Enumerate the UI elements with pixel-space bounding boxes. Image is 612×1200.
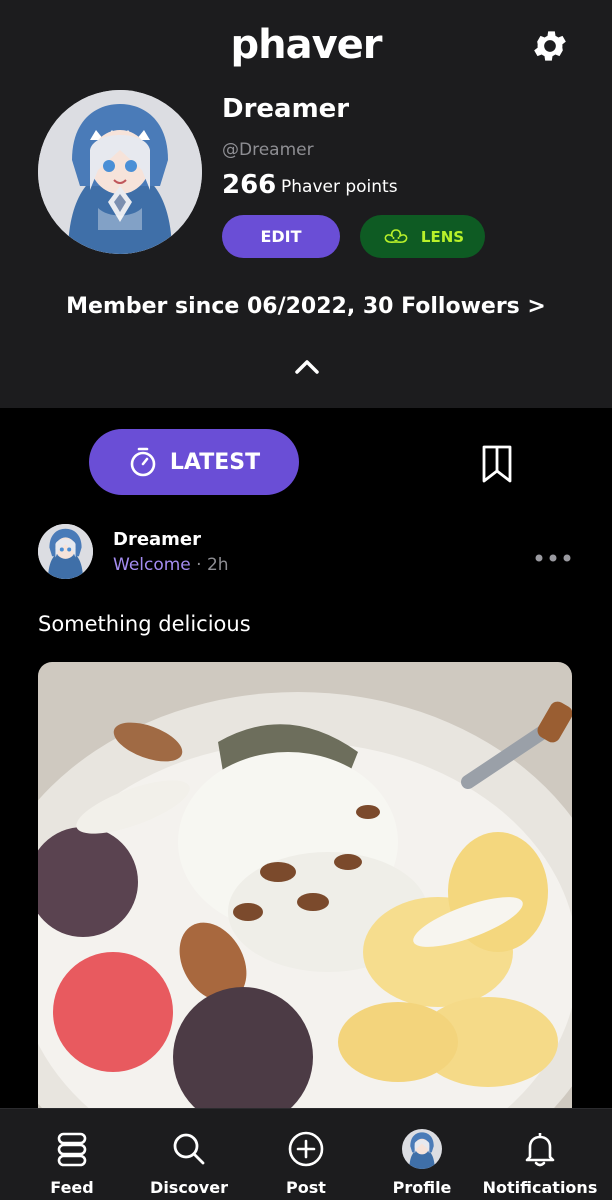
app-logo: phaver: [230, 22, 382, 68]
lens-button[interactable]: LENS: [360, 215, 485, 258]
post-author-name[interactable]: Dreamer: [113, 529, 201, 550]
avatar[interactable]: [38, 90, 202, 254]
edit-profile-button[interactable]: EDIT: [222, 215, 340, 258]
nav-notifications-label: Notifications: [482, 1178, 598, 1197]
stack-icon: [57, 1132, 87, 1167]
nav-discover[interactable]: Discover: [129, 1109, 249, 1200]
tab-latest[interactable]: LATEST: [89, 429, 299, 495]
display-name: Dreamer: [222, 94, 350, 124]
profile-screen: phaver Dreamer @Dreamer 266 Phaver point…: [0, 0, 612, 1200]
post-separator: ·: [196, 555, 202, 575]
avatar-illustration: [38, 90, 202, 254]
plus-circle-icon: [288, 1131, 324, 1167]
nav-feed[interactable]: Feed: [12, 1109, 132, 1200]
bottom-navigation: Feed Discover Post Profile Notifications: [0, 1108, 612, 1200]
post-image[interactable]: [38, 662, 572, 1122]
post-meta: Welcome · 2h: [113, 555, 229, 575]
member-followers-link[interactable]: Member since 06/2022, 30 Followers >: [0, 294, 612, 319]
chevron-up-icon[interactable]: [293, 356, 321, 378]
points-label: Phaver points: [281, 177, 398, 197]
search-icon: [173, 1133, 205, 1165]
nav-notifications[interactable]: Notifications: [480, 1109, 600, 1200]
lens-plant-icon: [384, 228, 408, 243]
more-options-icon[interactable]: [533, 548, 573, 568]
edit-button-label: EDIT: [260, 227, 302, 246]
post-community-link[interactable]: Welcome: [113, 555, 191, 575]
nav-discover-label: Discover: [150, 1178, 228, 1197]
nav-profile-label: Profile: [392, 1178, 452, 1197]
nav-post[interactable]: Post: [246, 1109, 366, 1200]
lens-button-label: LENS: [420, 227, 465, 246]
nav-feed-label: Feed: [50, 1178, 94, 1197]
bookmark-icon[interactable]: [480, 444, 514, 484]
bell-icon: [525, 1133, 555, 1167]
gear-icon[interactable]: [530, 26, 570, 66]
stopwatch-icon: [130, 447, 156, 477]
avatar-illustration-small: [38, 524, 93, 579]
post-author-avatar[interactable]: [38, 524, 93, 579]
tab-latest-label: LATEST: [169, 449, 261, 475]
user-handle: @Dreamer: [222, 140, 314, 160]
nav-post-label: Post: [286, 1178, 326, 1197]
points-count: 266: [222, 170, 277, 200]
food-bowl-illustration: [38, 662, 572, 1122]
profile-header: phaver Dreamer @Dreamer 266 Phaver point…: [0, 0, 612, 408]
post-text: Something delicious: [38, 612, 251, 636]
nav-profile[interactable]: Profile: [362, 1109, 482, 1200]
avatar-icon: [402, 1129, 442, 1169]
post-timestamp: 2h: [206, 555, 229, 575]
